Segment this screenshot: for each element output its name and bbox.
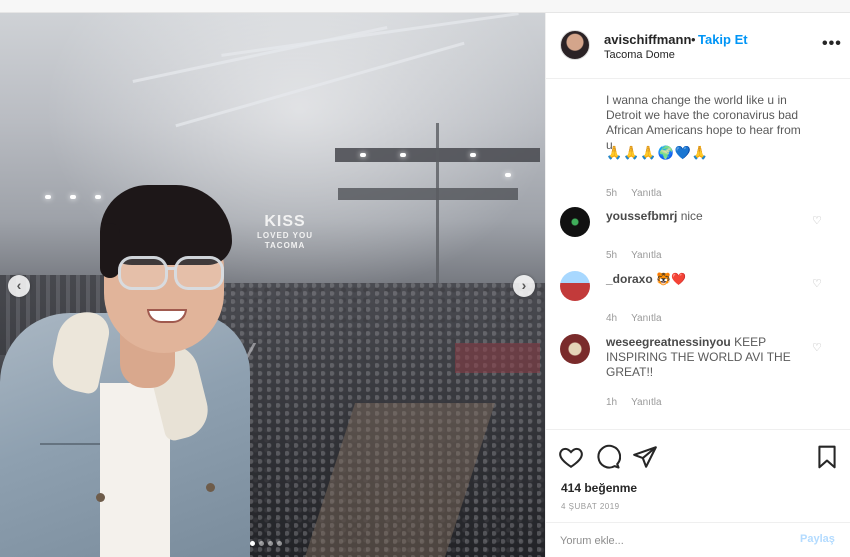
browser-top-strip <box>0 0 850 13</box>
instagram-post: KISS LOVED YOU TACOMA ‹ › avischiffmann … <box>0 13 850 557</box>
arena-light <box>45 195 51 199</box>
reply-link[interactable]: Yanıtla <box>631 188 661 199</box>
stage-rig <box>338 188 518 200</box>
avatar[interactable] <box>560 271 590 301</box>
comment-text: I wanna change the world like u in Detro… <box>606 93 801 152</box>
stage-light <box>360 153 366 157</box>
comments-list: I wanna change the world like u in Detro… <box>546 79 850 429</box>
comment-input[interactable] <box>560 533 770 549</box>
comment-time: 5h <box>606 250 618 261</box>
like-comment-heart-icon[interactable]: ♡ <box>812 214 822 227</box>
separator-dot: • <box>691 32 696 47</box>
jacket-seam <box>40 443 100 445</box>
post-username[interactable]: avischiffmann <box>604 32 691 47</box>
comment: _doraxo 🐯❤️ <box>606 272 806 287</box>
carousel-dot <box>268 541 273 546</box>
comment: weseegreatnessinyou KEEP INSPIRING THE W… <box>606 335 791 380</box>
stage-light <box>470 153 476 157</box>
comment-username[interactable]: _doraxo <box>606 272 653 286</box>
comment-meta: 5h Yanıtla <box>606 250 676 261</box>
comment-bubble-icon[interactable] <box>595 444 621 470</box>
carousel-dot <box>277 541 282 546</box>
comment-username[interactable]: youssefbmrj <box>606 209 677 223</box>
reply-link[interactable]: Yanıtla <box>631 397 661 408</box>
like-comment-heart-icon[interactable]: ♡ <box>812 277 822 290</box>
hair <box>100 223 120 278</box>
previous-photo-button[interactable]: ‹ <box>8 275 30 297</box>
glasses-lens <box>118 256 168 290</box>
jacket-button <box>96 493 105 502</box>
floor-section <box>455 343 540 373</box>
carousel-dot <box>259 541 264 546</box>
arena-light <box>70 195 76 199</box>
comment-text: 🐯❤️ <box>656 272 686 286</box>
comment-emoji: 🙏🙏🙏🌍💙🙏 <box>606 145 710 160</box>
comment-meta: 4h Yanıtla <box>606 313 676 324</box>
like-comment-heart-icon[interactable]: ♡ <box>812 341 822 354</box>
stage-light <box>400 153 406 157</box>
post-date: 4 ŞUBAT 2019 <box>561 502 620 511</box>
post-comment-button[interactable]: Paylaş <box>800 533 835 545</box>
comment-time: 4h <box>606 313 618 324</box>
sign-line: TACOMA <box>264 241 306 250</box>
avatar[interactable] <box>560 207 590 237</box>
jacket-button <box>206 483 215 492</box>
post-photo[interactable]: KISS LOVED YOU TACOMA ‹ › <box>0 13 545 557</box>
comment-meta: 1h Yanıtla <box>606 397 676 408</box>
glasses-bridge <box>166 267 176 270</box>
heart-outline-icon[interactable] <box>558 444 584 470</box>
reply-link[interactable]: Yanıtla <box>631 250 661 261</box>
kiss-sign: KISS LOVED YOU TACOMA <box>252 213 318 259</box>
more-options-icon[interactable]: ••• <box>822 35 842 53</box>
avatar[interactable] <box>560 30 590 60</box>
carousel-dot <box>250 541 255 546</box>
sign-logo-text: KISS <box>264 213 306 230</box>
post-actions: 414 beğenme 4 ŞUBAT 2019 Paylaş <box>546 429 850 557</box>
follow-button[interactable]: Takip Et <box>698 32 748 47</box>
bookmark-icon[interactable] <box>814 444 840 470</box>
comment-time: 1h <box>606 397 618 408</box>
post-location[interactable]: Tacoma Dome <box>604 49 675 61</box>
arena-light <box>95 195 101 199</box>
comment-time: 5h <box>606 188 618 199</box>
likes-count[interactable]: 414 beğenme <box>561 481 637 495</box>
comment-username[interactable]: weseegreatnessinyou <box>606 335 731 349</box>
comment: youssefbmrj nice <box>606 209 806 224</box>
post-sidebar: avischiffmann • Takip Et Tacoma Dome •••… <box>545 13 850 557</box>
avatar[interactable] <box>560 334 590 364</box>
reply-link[interactable]: Yanıtla <box>631 313 661 324</box>
next-photo-button[interactable]: › <box>513 275 535 297</box>
post-header: avischiffmann • Takip Et Tacoma Dome ••• <box>546 13 850 79</box>
comment-meta: 5h Yanıtla <box>606 188 676 199</box>
stage-light <box>505 173 511 177</box>
sign-line: LOVED YOU <box>257 231 313 240</box>
paper-plane-icon[interactable] <box>632 444 658 470</box>
carousel-dots <box>250 541 282 546</box>
glasses-lens <box>174 256 224 290</box>
comment-text: nice <box>680 209 703 223</box>
add-comment-bar: Paylaş <box>546 522 850 557</box>
